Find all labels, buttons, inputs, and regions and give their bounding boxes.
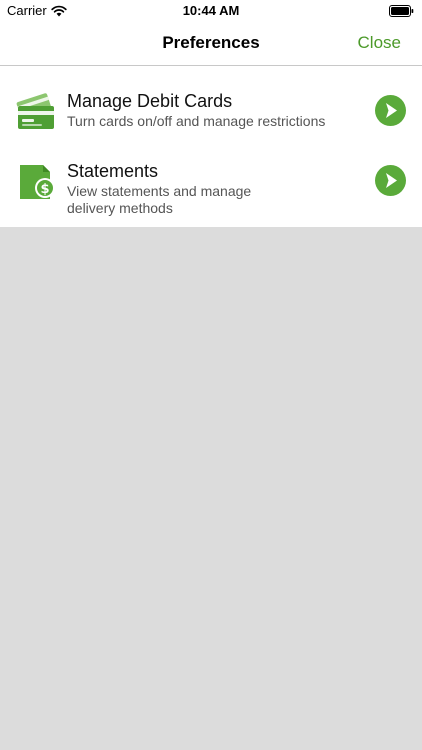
navigation-bar: Preferences Close	[0, 22, 422, 66]
list-item-manage-debit-cards[interactable]: Manage Debit Cards Turn cards on/off and…	[0, 84, 422, 144]
list-item-title: Manage Debit Cards	[67, 91, 233, 111]
list-item-statements[interactable]: $ Statements View statements and manage …	[0, 154, 422, 224]
svg-text:$: $	[40, 182, 49, 197]
list-item-subtitle-line: View statements and manage	[67, 183, 252, 199]
list-item-title: Statements	[67, 161, 159, 181]
list-item-subtitle: View statements and manage delivery meth…	[67, 183, 357, 217]
status-time: 10:44 AM	[182, 3, 240, 18]
statement-document-icon: $	[20, 165, 55, 199]
list-item-text: Manage Debit Cards Turn cards on/off and…	[67, 90, 357, 130]
list-item-subtitle: Turn cards on/off and manage restriction…	[67, 113, 326, 129]
close-button[interactable]: Close	[358, 33, 401, 53]
battery-icon	[389, 5, 414, 17]
chevron-right-circle-icon[interactable]	[375, 95, 406, 126]
preferences-list: Manage Debit Cards Turn cards on/off and…	[0, 66, 422, 227]
debit-card-icon	[16, 93, 54, 129]
status-bar: Carrier 10:44 AM	[0, 0, 422, 22]
list-item-subtitle-line: delivery methods	[67, 200, 173, 216]
list-item-text: Statements View statements and manage de…	[67, 160, 357, 217]
chevron-right-circle-icon[interactable]	[375, 165, 406, 196]
